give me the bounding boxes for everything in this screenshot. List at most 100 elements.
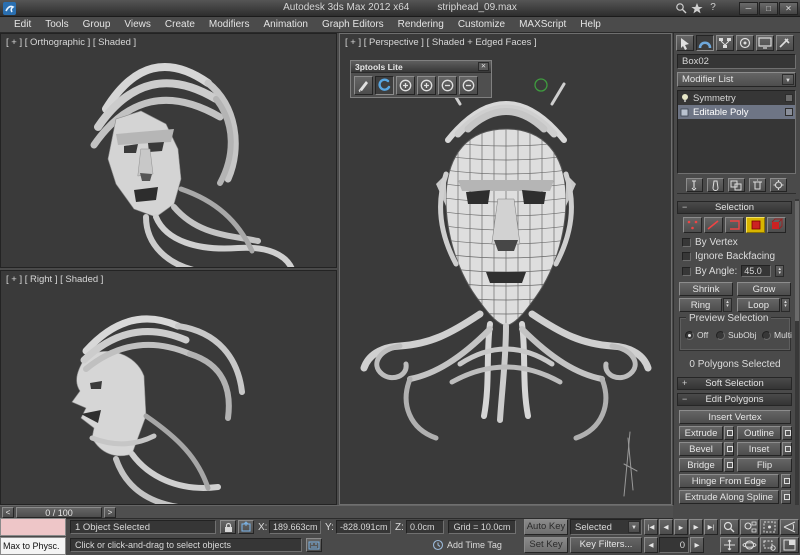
play-icon[interactable]: ►	[674, 519, 688, 535]
by-angle-value-field[interactable]: 45.0	[741, 265, 771, 277]
subobject-vertex-icon[interactable]	[683, 217, 702, 233]
extrude-along-spline-settings-icon[interactable]	[781, 490, 791, 504]
inset-settings-icon[interactable]	[782, 442, 792, 456]
menu-item-graph-editors[interactable]: Graph Editors	[315, 17, 391, 32]
macro-recorder-pane[interactable]	[0, 518, 66, 536]
absolute-offset-mode-icon[interactable]	[238, 520, 254, 534]
modifier-stack-row-symmetry[interactable]: Symmetry	[678, 91, 795, 105]
maximize-button[interactable]: □	[759, 2, 778, 15]
preview-subobj-radio[interactable]	[716, 331, 725, 340]
key-filters-button[interactable]: Key Filters...	[570, 537, 642, 553]
pin-stack-icon[interactable]	[686, 178, 703, 192]
ignore-backfacing-checkbox[interactable]	[682, 252, 691, 261]
3ptools-zoom-in-2-button[interactable]	[417, 76, 436, 95]
ignore-backfacing-option[interactable]: Ignore Backfacing	[682, 251, 775, 262]
current-frame-field[interactable]: 0	[659, 537, 689, 553]
3ptools-zoom-out-2-button[interactable]	[459, 76, 478, 95]
preview-off-radio[interactable]	[685, 331, 694, 340]
viewport-right[interactable]: [ + ] [ Right ] [ Shaded ]	[0, 270, 337, 505]
menu-item-edit[interactable]: Edit	[7, 17, 38, 32]
chevron-down-icon[interactable]: ▼	[782, 74, 794, 85]
time-slider-track[interactable]: < 0 / 100 >	[0, 505, 673, 519]
tab-motion-icon[interactable]	[736, 35, 754, 51]
menu-item-customize[interactable]: Customize	[451, 17, 512, 32]
flip-button[interactable]: Flip	[737, 458, 792, 472]
menu-item-help[interactable]: Help	[573, 17, 608, 32]
loop-button[interactable]: Loop	[737, 298, 780, 312]
preview-multi-option[interactable]: Multi	[762, 330, 792, 340]
ring-spinner[interactable]: ▴▾	[723, 298, 732, 312]
go-to-end-icon[interactable]: ▶|	[704, 519, 718, 535]
favorites-star-icon[interactable]	[690, 2, 704, 15]
subobject-polygon-icon-active[interactable]	[746, 217, 765, 233]
3ptools-pen-tool-button[interactable]	[354, 76, 373, 95]
outline-button[interactable]: Outline	[737, 426, 781, 440]
menu-item-rendering[interactable]: Rendering	[391, 17, 451, 32]
shrink-button[interactable]: Shrink	[679, 282, 733, 296]
auto-key-button[interactable]: Auto Key	[524, 519, 568, 535]
3ptools-zoom-in-button[interactable]	[396, 76, 415, 95]
modifier-stack[interactable]: Symmetry Editable Poly	[677, 90, 796, 174]
subobject-border-icon[interactable]	[725, 217, 744, 233]
time-tag-icon[interactable]	[432, 538, 444, 555]
modifier-toggle[interactable]	[785, 94, 793, 102]
selection-set-dropdown[interactable]: Selected ▼	[570, 519, 642, 535]
go-to-start-icon[interactable]: |◀	[644, 519, 658, 535]
hinge-settings-icon[interactable]	[781, 474, 791, 488]
bevel-button[interactable]: Bevel	[679, 442, 723, 456]
previous-frame-icon[interactable]: ◀	[659, 519, 673, 535]
panel-scrollbar[interactable]	[795, 199, 799, 505]
time-slider-next-icon[interactable]: >	[104, 507, 116, 518]
search-icon[interactable]	[674, 2, 688, 15]
tab-utilities-icon[interactable]	[776, 35, 794, 51]
tab-create-icon[interactable]	[676, 35, 694, 51]
bridge-settings-icon[interactable]	[724, 458, 734, 472]
title-bar[interactable]: Autodesk 3ds Max 2012 x64striphead_09.ma…	[0, 0, 800, 17]
modifier-stack-row-editable-poly-selected[interactable]: Editable Poly	[678, 105, 795, 119]
hinge-from-edge-button[interactable]: Hinge From Edge	[679, 474, 779, 488]
next-frame-icon[interactable]: ▶	[689, 519, 703, 535]
viewport-orthographic[interactable]: [ + ] [ Orthographic ] [ Shaded ]	[0, 33, 337, 268]
zoom-region-icon[interactable]	[760, 537, 779, 553]
insert-vertex-button[interactable]: Insert Vertex	[679, 410, 791, 424]
key-mode-next-icon[interactable]: ▶	[690, 537, 704, 553]
extrude-along-spline-button[interactable]: Extrude Along Spline	[679, 490, 779, 504]
menu-item-views[interactable]: Views	[117, 17, 158, 32]
menu-item-create[interactable]: Create	[158, 17, 202, 32]
zoom-all-icon[interactable]	[740, 519, 759, 535]
time-slider-thumb[interactable]: 0 / 100	[16, 507, 102, 518]
tab-modify-icon-active[interactable]	[696, 35, 714, 51]
menu-item-group[interactable]: Group	[76, 17, 118, 32]
grow-button[interactable]: Grow	[737, 282, 791, 296]
loop-spinner[interactable]: ▴▾	[781, 298, 790, 312]
subobject-element-icon[interactable]	[767, 217, 786, 233]
make-unique-icon[interactable]	[728, 178, 745, 192]
keyboard-shortcut-override-icon[interactable]	[306, 538, 322, 552]
key-mode-prev-icon[interactable]: ◀	[644, 537, 658, 553]
viewport-perspective-label[interactable]: [ + ] [ Perspective ] [ Shaded + Edged F…	[345, 37, 537, 48]
menu-item-tools[interactable]: Tools	[38, 17, 75, 32]
extrude-button[interactable]: Extrude	[679, 426, 723, 440]
rollout-selection-header[interactable]: − Selection	[677, 201, 792, 214]
field-of-view-icon[interactable]	[780, 519, 799, 535]
menu-item-modifiers[interactable]: Modifiers	[202, 17, 257, 32]
viewport-perspective[interactable]: [ + ] [ Perspective ] [ Shaded + Edged F…	[339, 33, 672, 505]
configure-modifier-sets-icon[interactable]	[770, 178, 787, 192]
set-key-button[interactable]: Set Key	[524, 537, 568, 553]
3ptools-close-icon[interactable]: ✕	[478, 62, 489, 71]
remove-modifier-icon[interactable]	[749, 178, 766, 192]
object-name-field[interactable]: Box02	[677, 54, 796, 69]
menu-item-maxscript[interactable]: MAXScript	[512, 17, 573, 32]
extrude-settings-icon[interactable]	[724, 426, 734, 440]
close-button[interactable]: ✕	[779, 2, 798, 15]
help-icon[interactable]: ?	[706, 2, 720, 15]
add-time-tag-label[interactable]: Add Time Tag	[447, 540, 502, 550]
modifier-toggle[interactable]	[785, 108, 793, 116]
x-coordinate-field[interactable]: 189.663cm	[269, 520, 321, 534]
viewport-orthographic-label[interactable]: [ + ] [ Orthographic ] [ Shaded ]	[6, 37, 136, 48]
bridge-button[interactable]: Bridge	[679, 458, 723, 472]
outline-settings-icon[interactable]	[782, 426, 792, 440]
menu-item-animation[interactable]: Animation	[256, 17, 314, 32]
3ptools-dialog[interactable]: 3ptools Lite ✕	[350, 60, 492, 98]
inset-button[interactable]: Inset	[737, 442, 781, 456]
